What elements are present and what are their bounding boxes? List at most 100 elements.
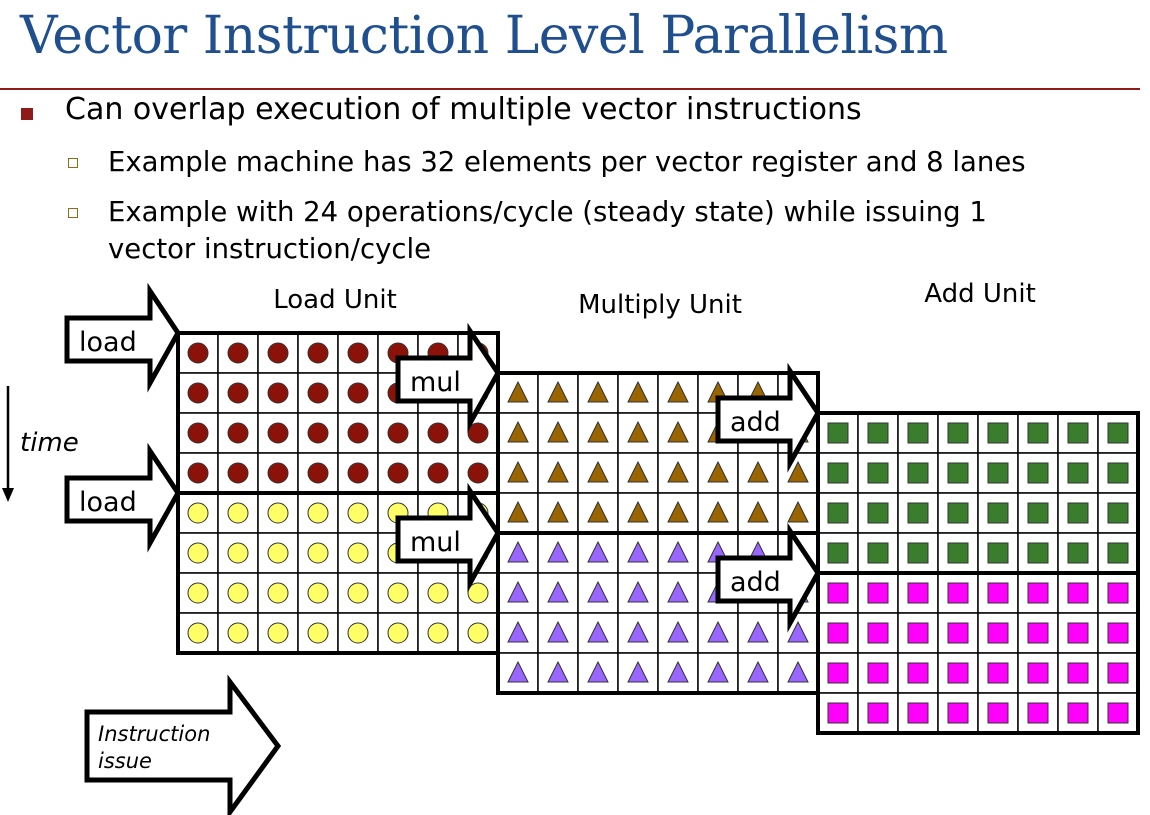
element-square-icon [987,582,1009,604]
element-square-icon [1107,422,1129,444]
element-square-icon [1027,582,1049,604]
element-square-icon [1027,422,1049,444]
element-circle-icon [267,542,289,564]
element-square-icon [1027,462,1049,484]
element-circle-icon [347,422,369,444]
element-circle-icon [347,462,369,484]
time-arrowhead-icon [2,488,14,502]
instruction-label: load [79,487,137,518]
issue-label-line-1: Instruction [98,722,210,746]
instruction-label: mul [410,367,461,398]
element-circle-icon [347,622,369,644]
element-circle-icon [267,462,289,484]
element-circle-icon [347,382,369,404]
element-circle-icon [387,622,409,644]
element-square-icon [827,622,849,644]
element-circle-icon [227,622,249,644]
element-square-icon [947,542,969,564]
time-label: time [20,428,79,458]
element-square-icon [1027,622,1049,644]
element-square-icon [987,462,1009,484]
element-circle-icon [187,342,209,364]
element-circle-icon [187,542,209,564]
element-circle-icon [387,582,409,604]
element-square-icon [987,622,1009,644]
element-square-icon [947,502,969,524]
element-square-icon [827,662,849,684]
element-square-icon [1107,542,1129,564]
element-circle-icon [227,582,249,604]
element-square-icon [1107,622,1129,644]
element-square-icon [1027,502,1049,524]
element-circle-icon [307,622,329,644]
element-circle-icon [267,582,289,604]
element-circle-icon [227,462,249,484]
element-square-icon [987,422,1009,444]
element-circle-icon [387,422,409,444]
element-square-icon [1067,622,1089,644]
element-square-icon [1067,542,1089,564]
unit-grid-add [816,411,1140,735]
element-circle-icon [467,622,489,644]
element-circle-icon [427,582,449,604]
element-circle-icon [307,582,329,604]
element-square-icon [867,622,889,644]
element-square-icon [1067,662,1089,684]
element-circle-icon [227,502,249,524]
element-square-icon [827,462,849,484]
element-square-icon [1107,502,1129,524]
element-square-icon [947,582,969,604]
element-square-icon [1067,422,1089,444]
element-circle-icon [307,342,329,364]
element-circle-icon [307,422,329,444]
unit-label-load: Load Unit [273,285,397,315]
element-square-icon [1107,662,1129,684]
element-circle-icon [227,382,249,404]
element-circle-icon [347,582,369,604]
element-square-icon [1027,662,1049,684]
element-square-icon [947,422,969,444]
instruction-label: load [79,327,137,358]
element-circle-icon [307,462,329,484]
element-square-icon [1107,582,1129,604]
element-circle-icon [427,422,449,444]
instruction-arrow-load: load [64,282,181,393]
element-square-icon [867,462,889,484]
element-circle-icon [187,622,209,644]
element-circle-icon [227,342,249,364]
element-square-icon [1067,502,1089,524]
element-circle-icon [427,462,449,484]
element-square-icon [907,462,929,484]
element-square-icon [947,662,969,684]
pipeline-diagram: Load Unit Multiply Unit Add Unit load loa… [2,279,1140,815]
element-square-icon [867,702,889,724]
unit-label-add: Add Unit [924,279,1036,309]
element-square-icon [987,702,1009,724]
element-circle-icon [347,502,369,524]
element-square-icon [987,542,1009,564]
element-circle-icon [267,342,289,364]
element-circle-icon [307,382,329,404]
element-square-icon [947,702,969,724]
element-square-icon [1067,582,1089,604]
element-square-icon [907,622,929,644]
element-circle-icon [267,622,289,644]
element-square-icon [827,702,849,724]
element-square-icon [907,662,929,684]
element-square-icon [827,542,849,564]
element-square-icon [1107,702,1129,724]
element-circle-icon [267,382,289,404]
element-square-icon [907,542,929,564]
element-square-icon [947,622,969,644]
element-circle-icon [227,542,249,564]
element-square-icon [827,502,849,524]
element-square-icon [987,662,1009,684]
element-square-icon [867,422,889,444]
element-square-icon [907,702,929,724]
element-square-icon [867,582,889,604]
element-square-icon [867,542,889,564]
element-circle-icon [347,342,369,364]
element-circle-icon [387,462,409,484]
element-square-icon [1067,702,1089,724]
instruction-label: add [730,407,781,438]
